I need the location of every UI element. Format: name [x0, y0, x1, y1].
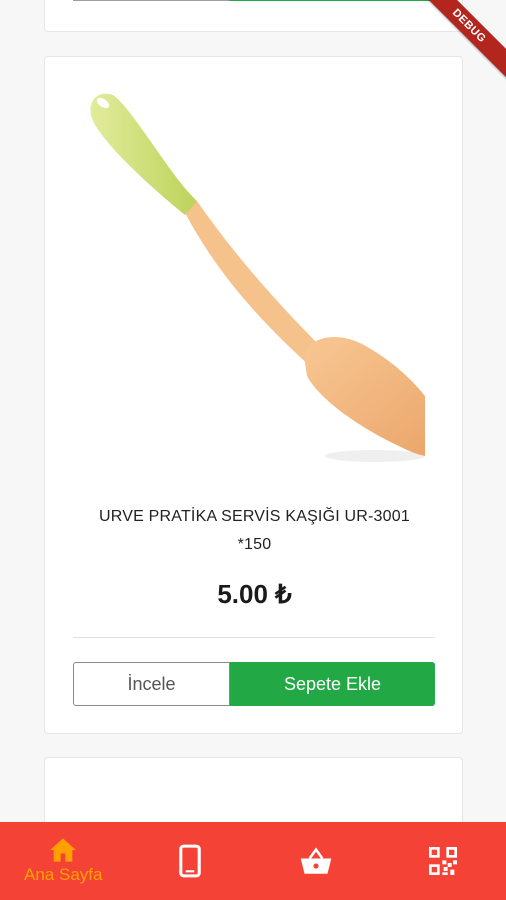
product-card: URVE PRATİKA SERVİS KAŞIĞI UR-3001 *150 …: [44, 56, 463, 734]
bottom-navigation: Ana Sayfa: [0, 822, 506, 900]
product-name: URVE PRATİKA SERVİS KAŞIĞI UR-3001 *150: [69, 503, 440, 559]
previous-add-to-cart-button-edge[interactable]: [229, 0, 435, 1]
product-image: [90, 93, 425, 462]
nav-item-home[interactable]: Ana Sayfa: [0, 822, 127, 900]
basket-icon: [300, 847, 332, 874]
app-screen: URVE PRATİKA SERVİS KAŞIĞI UR-3001 *150 …: [0, 0, 506, 900]
nav-item-qr[interactable]: [380, 822, 506, 900]
product-name-line1: URVE PRATİKA SERVİS KAŞIĞI UR-3001: [99, 508, 410, 525]
nav-item-phone[interactable]: [127, 822, 254, 900]
divider: [73, 637, 435, 638]
product-actions: İncele Sepete Ekle: [73, 662, 435, 706]
product-name-line2: *150: [237, 536, 272, 553]
previous-product-card: [44, 0, 463, 32]
nav-item-basket[interactable]: [253, 822, 380, 900]
phone-icon: [178, 844, 201, 878]
inspect-button[interactable]: İncele: [73, 662, 230, 706]
qr-code-icon: [428, 847, 457, 875]
previous-inspect-button-edge[interactable]: [73, 0, 229, 1]
add-to-cart-button[interactable]: Sepete Ekle: [230, 662, 435, 706]
home-icon: [50, 838, 77, 862]
nav-label-home: Ana Sayfa: [24, 865, 103, 884]
product-price: 5.00 ₺: [217, 579, 292, 609]
